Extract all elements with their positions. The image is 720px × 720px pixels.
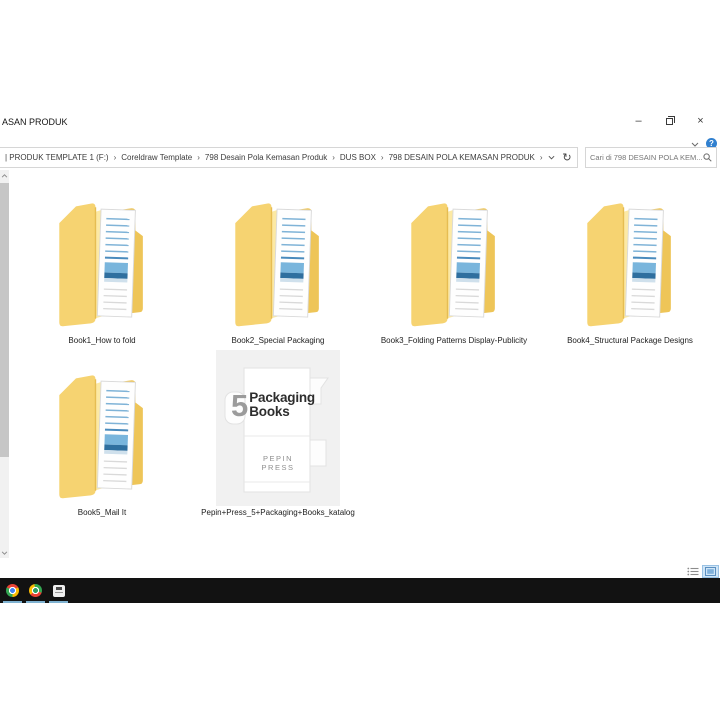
refresh-button[interactable]: ↻ [559, 148, 575, 167]
vertical-scrollbar[interactable] [0, 170, 9, 558]
thumbnail-view-icon [705, 567, 716, 576]
thumbnail-publisher: PEPIN PRESS [261, 454, 295, 472]
dieline-artwork [216, 350, 340, 506]
breadcrumb-segment[interactable]: | PRODUK TEMPLATE 1 (F:) [3, 153, 111, 162]
window-title: ASAN PRODUK [2, 117, 68, 127]
file-label: Book5_Mail It [77, 508, 127, 517]
chevron-up-icon [1, 173, 8, 178]
close-button[interactable]: × [685, 110, 716, 131]
address-row: | PRODUK TEMPLATE 1 (F:) › Coreldraw Templ… [0, 147, 720, 168]
chevron-down-icon [1, 550, 8, 555]
file-item-folder[interactable]: Book5_Mail It [14, 350, 190, 522]
thumbnail-view-button[interactable] [702, 565, 719, 578]
thumbnail-title: 5 Packaging Books [231, 388, 315, 423]
folder-icon [402, 178, 506, 334]
details-view-button[interactable] [685, 566, 700, 577]
file-item-folder[interactable]: Book3_Folding Patterns Display-Publicity [366, 178, 542, 350]
chrome-icon-2 [29, 584, 42, 597]
folder-icon [226, 178, 330, 334]
breadcrumb-separator[interactable]: › [194, 153, 203, 162]
file-grid: Book1_How to fold Book2_Special Packagin… [14, 178, 720, 522]
file-item-folder[interactable]: Book1_How to fold [14, 178, 190, 350]
taskbar-app-computer[interactable] [47, 578, 70, 603]
folder-icon [578, 178, 682, 334]
running-indicator [49, 601, 68, 603]
file-label: Book1_How to fold [68, 336, 136, 345]
search-placeholder: Cari di 798 DESAIN POLA KEM... [590, 153, 703, 162]
running-indicator [26, 601, 45, 603]
folder-icon [50, 350, 154, 506]
search-icon [703, 153, 712, 162]
file-label: Book2_Special Packaging [231, 336, 325, 345]
restore-icon [666, 115, 675, 125]
address-bar[interactable]: | PRODUK TEMPLATE 1 (F:) › Coreldraw Templ… [0, 147, 578, 168]
breadcrumb-segment[interactable]: Coreldraw Template [119, 153, 194, 162]
breadcrumb-segment[interactable]: 798 DESAIN POLA KEMASAN PRODUK [387, 153, 537, 162]
view-toggles [685, 565, 719, 578]
running-indicator [3, 601, 22, 603]
chevron-down-icon [548, 155, 554, 160]
scrollbar-thumb[interactable] [0, 183, 9, 457]
scroll-down-button[interactable] [0, 547, 9, 558]
minimize-button[interactable]: – [623, 110, 654, 131]
folder-icon [50, 178, 154, 334]
details-view-icon [686, 567, 698, 576]
breadcrumb-separator[interactable]: › [378, 153, 387, 162]
taskbar-app-chrome[interactable] [1, 578, 24, 603]
refresh-icon: ↻ [562, 151, 572, 164]
screen: ASAN PRODUK – × ? | PRODUK TEMPLATE 1 (F… [0, 0, 720, 720]
file-item-document[interactable]: 5 Packaging Books PEPIN PRESS Pepin+Pres… [190, 350, 366, 522]
restore-button[interactable] [654, 110, 685, 131]
search-input[interactable]: Cari di 798 DESAIN POLA KEM... [585, 147, 717, 168]
breadcrumb: | PRODUK TEMPLATE 1 (F:) › Coreldraw Templ… [3, 153, 543, 162]
file-thumbnail: 5 Packaging Books PEPIN PRESS [216, 350, 340, 506]
chrome-icon [6, 584, 19, 597]
file-label: Book3_Folding Patterns Display-Publicity [380, 336, 528, 345]
taskbar-app-chrome-2[interactable] [24, 578, 47, 603]
taskbar: IND 15.04 [0, 578, 720, 603]
breadcrumb-separator[interactable]: › [111, 153, 120, 162]
breadcrumb-segment[interactable]: 798 Desain Pola Kemasan Produk [203, 153, 329, 162]
scroll-up-button[interactable] [0, 170, 9, 181]
window-controls: – × [623, 110, 716, 131]
computer-icon [52, 584, 65, 597]
taskbar-apps [1, 578, 70, 603]
address-dropdown-button[interactable] [543, 148, 559, 167]
file-item-folder[interactable]: Book4_Structural Package Designs [542, 178, 718, 350]
file-label: Pepin+Press_5+Packaging+Books_katalog [201, 508, 355, 517]
breadcrumb-segment[interactable]: DUS BOX [338, 153, 378, 162]
breadcrumb-separator[interactable]: › [329, 153, 338, 162]
file-label: Book4_Structural Package Designs [567, 336, 693, 345]
file-item-folder[interactable]: Book2_Special Packaging [190, 178, 366, 350]
